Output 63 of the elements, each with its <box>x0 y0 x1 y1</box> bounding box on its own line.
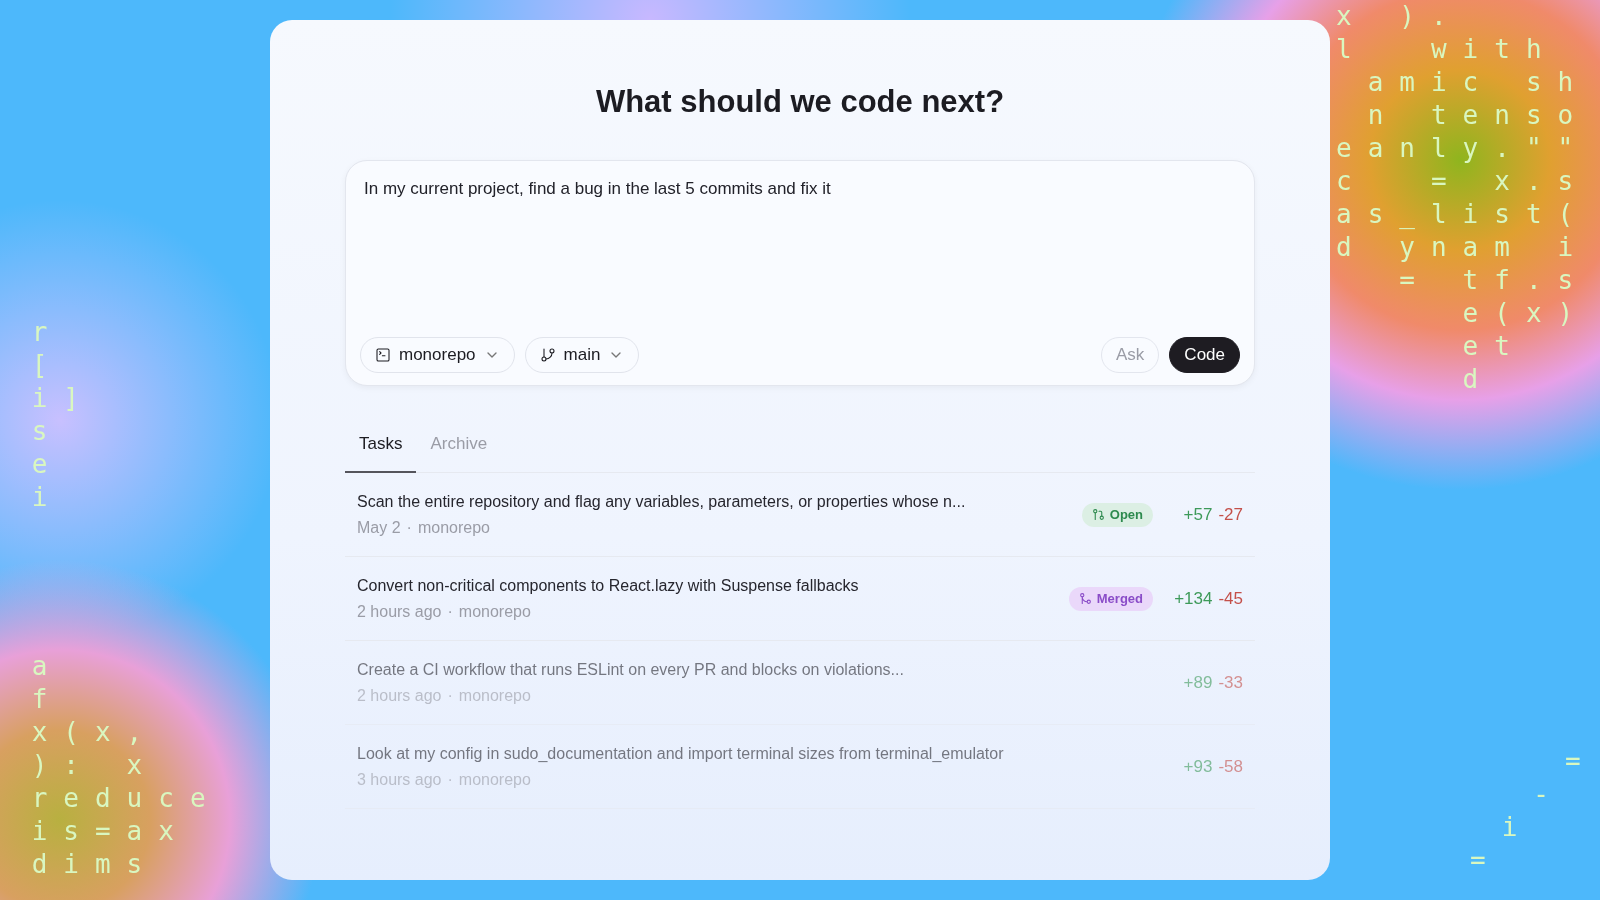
background-code-line: = <box>1470 844 1503 877</box>
background-code-line: amic sh <box>1366 66 1590 99</box>
background-code-line: r <box>30 316 65 349</box>
task-time: May 2 <box>357 518 401 537</box>
task-row[interactable]: Scan the entire repository and flag any variables, parameters, or properties whose n... May 2 · monorepo Open +57 -27 <box>345 473 1255 557</box>
tab[interactable]: Tasks <box>345 424 417 473</box>
background-code-line: i] <box>30 382 95 415</box>
task-repo: monorepo <box>417 518 490 537</box>
background-code-line: f <box>30 683 65 716</box>
separator-dot: · <box>447 686 453 705</box>
background-code-line: a <box>30 650 65 683</box>
background-code-line: l with <box>1336 33 1559 66</box>
code-button[interactable]: Code <box>1169 337 1240 373</box>
task-repo: monorepo <box>458 602 531 621</box>
lines-removed: -33 <box>1218 672 1243 693</box>
page-title: What should we code next? <box>595 84 1005 120</box>
task-title: Look at my config in sudo_documentation and import terminal sizes from terminal_emulator <box>357 744 1005 763</box>
background-code-line: as_list( <box>1336 198 1590 231</box>
background-code-line: i <box>30 481 65 514</box>
pull-request-icon <box>1091 508 1105 521</box>
background-code-line: dims <box>30 848 160 881</box>
branch-icon <box>539 347 556 363</box>
prompt-field[interactable]: In my current project, find a bug in the last 5 commits and fix it <box>360 173 1240 337</box>
background-code-line: n tenso <box>1366 99 1590 132</box>
background-code-line: e <box>30 448 65 481</box>
background-code-line: ): x <box>30 749 160 782</box>
status-badge: Merged <box>1068 586 1153 611</box>
background-code-line: x(x, <box>30 716 160 749</box>
task-title: Create a CI workflow that runs ESLint on every PR and blocks on violations... <box>357 660 905 679</box>
background-code-line: d ynam i <box>1336 231 1590 264</box>
task-time: 2 hours ago <box>357 602 442 621</box>
prompt-composer[interactable]: In my current project, find a bug in the last 5 commits and fix it monorepo main Ask Code <box>345 160 1255 386</box>
background-code-line: eanly."" <box>1336 132 1590 165</box>
background-code-line: et <box>1461 330 1527 363</box>
background-code-line: i <box>1500 811 1535 844</box>
task-row[interactable]: Convert non-critical components to React.lazy with Suspense fallbacks 2 hours ago · monorepo Merged +134 -45 <box>345 557 1255 641</box>
merge-icon <box>1078 592 1092 605</box>
background-code-line: = tf.s <box>1398 264 1590 297</box>
background-code-line: = <box>1563 745 1597 778</box>
lines-removed: -58 <box>1218 756 1243 777</box>
task-title: Scan the entire repository and flag any variables, parameters, or properties whose n... <box>357 492 967 511</box>
lines-added: +134 <box>1174 588 1213 609</box>
background-code-line: x ). <box>1336 0 1464 33</box>
lines-removed: -27 <box>1218 504 1243 525</box>
status-badge: Open <box>1081 502 1153 527</box>
separator-dot: · <box>447 770 453 789</box>
repo-selector[interactable]: monorepo <box>360 337 515 373</box>
background-code-line: - <box>1532 778 1566 811</box>
background-code-line: s <box>30 415 65 448</box>
background-code-line: [ <box>30 349 65 382</box>
background-code-line: d <box>1461 363 1496 396</box>
lines-removed: -45 <box>1218 588 1243 609</box>
background-code-line: is=ax <box>30 815 191 848</box>
branch-selector[interactable]: main <box>524 337 640 373</box>
lines-added: +57 <box>1183 504 1213 525</box>
separator-dot: · <box>447 602 453 621</box>
separator-dot: · <box>406 518 412 537</box>
background-code-line: e(x) <box>1461 297 1590 330</box>
lines-added: +89 <box>1183 672 1213 693</box>
task-title: Convert non-critical components to React.lazy with Suspense fallbacks <box>357 576 860 595</box>
terminal-icon <box>375 347 391 363</box>
lines-added: +93 <box>1183 756 1213 777</box>
background-code-line: c = x.s <box>1336 165 1590 198</box>
